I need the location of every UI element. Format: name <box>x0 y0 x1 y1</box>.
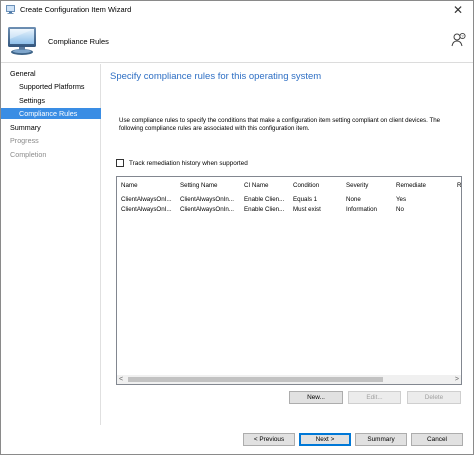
previous-button[interactable]: < Previous <box>243 433 295 446</box>
cell-setting-name: ClientAlwaysOnIn... <box>180 206 234 213</box>
track-remediation-label[interactable]: Track remediation history when supported <box>129 160 248 167</box>
sidebar-item-supported-platforms[interactable]: Supported Platforms <box>1 81 101 92</box>
cell-remediate: Yes <box>396 196 407 203</box>
column-header-remediate[interactable]: Remediate <box>396 182 426 189</box>
cell-ci-name: Enable Clien... <box>244 196 285 203</box>
wizard-steps-sidebar: General Supported Platforms Settings Com… <box>1 64 101 425</box>
section-heading: Specify compliance rules for this operat… <box>110 71 322 82</box>
cell-ci-name: Enable Clien... <box>244 206 285 213</box>
column-header-ci-name[interactable]: CI Name <box>244 182 268 189</box>
column-header-setting-name[interactable]: Setting Name <box>180 182 218 189</box>
cell-condition: Must exist <box>293 206 321 213</box>
horizontal-scrollbar[interactable]: < > <box>117 375 461 384</box>
track-remediation-row[interactable]: Track remediation history when supported <box>116 158 248 168</box>
cell-condition: Equals 1 <box>293 196 318 203</box>
close-button[interactable]: ✕ <box>451 3 465 17</box>
sidebar-item-settings[interactable]: Settings <box>1 95 101 106</box>
sidebar-item-summary[interactable]: Summary <box>1 122 101 133</box>
summary-button[interactable]: Summary <box>355 433 407 446</box>
cell-remediate: No <box>396 206 404 213</box>
track-remediation-checkbox[interactable] <box>116 159 124 167</box>
cell-name: ClientAlwaysOnI... <box>121 206 172 213</box>
computer-monitor-icon <box>8 27 36 55</box>
column-header-truncated[interactable]: R <box>457 182 461 189</box>
wizard-app-icon <box>6 5 15 14</box>
column-header-name[interactable]: Name <box>121 182 138 189</box>
table-row[interactable]: ClientAlwaysOnI... ClientAlwaysOnIn... E… <box>117 205 461 215</box>
edit-rule-button: Edit... <box>348 391 401 404</box>
cell-setting-name: ClientAlwaysOnIn... <box>180 196 234 203</box>
compliance-rules-list[interactable]: Name Setting Name CI Name Condition Seve… <box>116 176 462 385</box>
description-text: Use compliance rules to specify the cond… <box>119 117 441 132</box>
delete-rule-button: Delete <box>407 391 461 404</box>
scrollbar-thumb[interactable] <box>128 377 383 382</box>
help-person-icon[interactable]: ? <box>450 32 466 48</box>
sidebar-item-progress: Progress <box>10 136 39 145</box>
sidebar-item-general[interactable]: General <box>1 68 101 79</box>
scroll-right-arrow-icon[interactable]: > <box>455 375 459 384</box>
cancel-button[interactable]: Cancel <box>411 433 463 446</box>
scroll-left-arrow-icon[interactable]: < <box>119 375 123 384</box>
column-header-condition[interactable]: Condition <box>293 182 319 189</box>
cell-severity: None <box>346 196 361 203</box>
new-rule-button[interactable]: New... <box>289 391 343 404</box>
next-button[interactable]: Next > <box>299 433 351 446</box>
footer-divider <box>101 426 473 427</box>
sidebar-item-completion: Completion <box>10 150 47 159</box>
window-title: Create Configuration Item Wizard <box>20 5 132 14</box>
column-header-severity[interactable]: Severity <box>346 182 368 189</box>
title-bar: Create Configuration Item Wizard ✕ <box>1 1 473 19</box>
page-title: Compliance Rules <box>48 37 109 46</box>
cell-name: ClientAlwaysOnI... <box>121 196 172 203</box>
cell-severity: Information <box>346 206 377 213</box>
table-row[interactable]: ClientAlwaysOnI... ClientAlwaysOnIn... E… <box>117 195 461 205</box>
wizard-window: Create Configuration Item Wizard ✕ Compl… <box>0 0 474 455</box>
wizard-header: Compliance Rules ? <box>1 19 473 63</box>
sidebar-item-compliance-rules[interactable]: Compliance Rules <box>1 108 101 119</box>
list-header: Name Setting Name CI Name Condition Seve… <box>117 177 461 193</box>
